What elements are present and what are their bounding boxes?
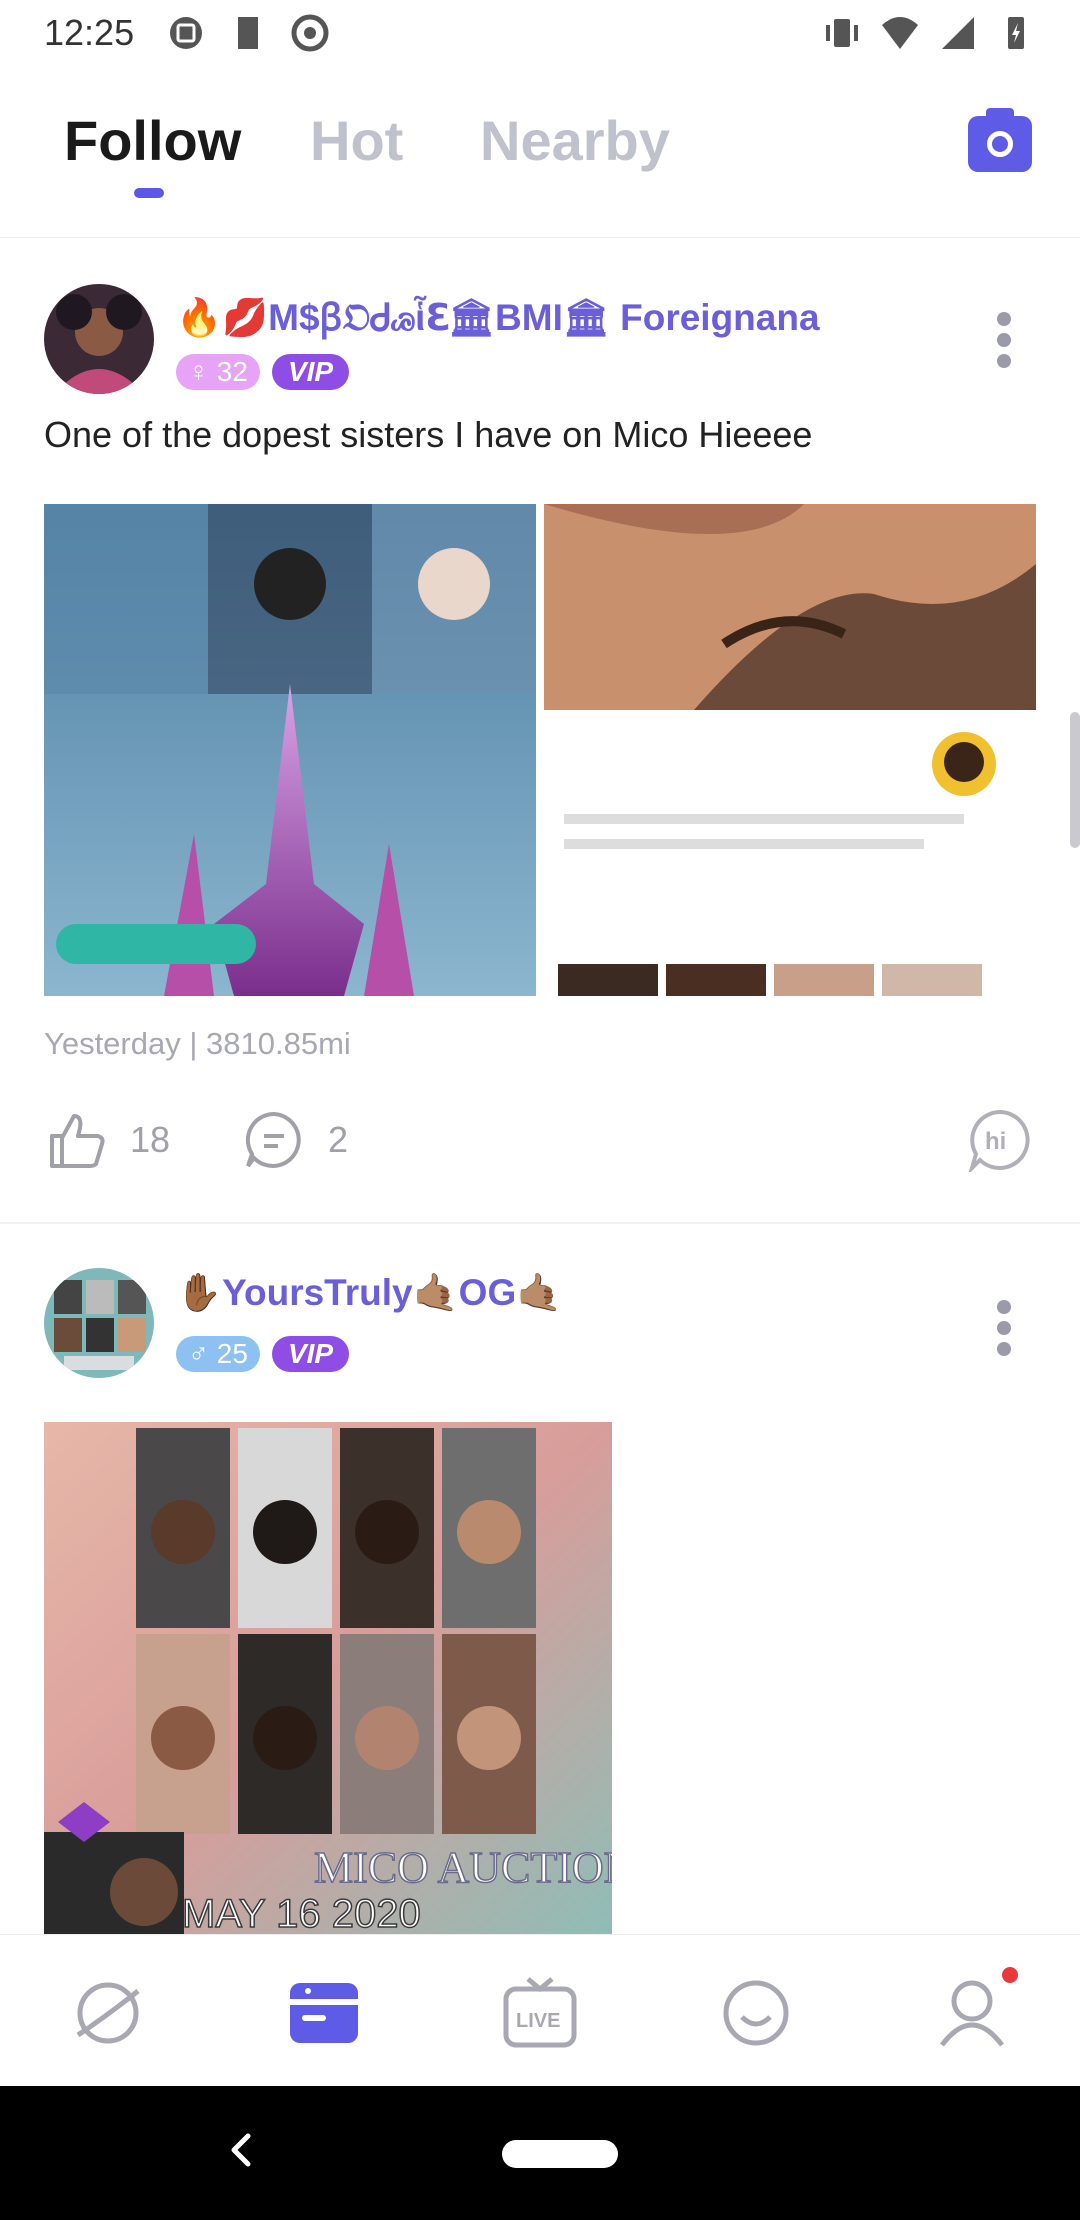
battery-icon	[1008, 17, 1024, 49]
svg-text:hi: hi	[985, 1128, 1006, 1155]
nav-chat[interactable]	[718, 1975, 794, 2051]
sd-card-icon	[238, 17, 259, 49]
username[interactable]: ✋🏾YoursTruly🤙🏽OG🤙🏽	[176, 1272, 562, 1315]
screenshot-icon	[170, 17, 203, 49]
system-navigation-bar	[0, 2086, 1080, 2220]
back-icon[interactable]	[222, 2130, 262, 2170]
auction-date: MAY 16 2020	[182, 1892, 421, 1934]
post-divider	[0, 1222, 1080, 1224]
avatar[interactable]	[44, 1268, 154, 1378]
post-meta: Yesterday | 3810.85mi	[44, 1026, 351, 1061]
post-card: ✋🏾YoursTruly🤙🏽OG🤙🏽 ♂ 25 VIP MICO AUCTION…	[0, 1226, 1080, 1934]
wifi-icon	[882, 17, 918, 49]
camera-icon	[986, 108, 1014, 118]
post-text: One of the dopest sisters I have on Mico…	[44, 414, 813, 455]
profile-icon	[940, 1980, 1004, 2047]
user-badges: ♂ 25 VIP	[176, 1336, 350, 1372]
nav-profile[interactable]	[934, 1967, 1018, 2051]
tab-follow[interactable]: Follow	[64, 108, 241, 173]
status-bar: 12:25	[0, 0, 1080, 66]
auction-title: MICO AUCTION	[314, 1843, 612, 1892]
explore-icon	[76, 1982, 140, 2044]
nav-live[interactable]: LIVE	[502, 1975, 578, 2051]
more-options-button[interactable]	[994, 312, 1014, 368]
post-card: 🔥💋M$ꞵ𝔒Ꮷꮚἷℇ🏛BMI🏛 Foreignana ♀ 32 VIP One …	[0, 240, 1080, 1224]
top-tabs: Follow Hot Nearby	[0, 66, 1080, 238]
comment-count: 2	[328, 1119, 349, 1160]
live-icon: LIVE	[503, 1977, 577, 2048]
thumbs-up-icon	[50, 1114, 105, 1168]
tab-nearby[interactable]: Nearby	[480, 108, 670, 173]
gender-age-badge: ♂ 25	[176, 1336, 260, 1372]
comment-button[interactable]: 2	[242, 1108, 348, 1172]
at-sign-icon	[291, 14, 329, 52]
status-time: 12:25	[44, 12, 135, 53]
username[interactable]: 🔥💋M$ꞵ𝔒Ꮷꮚἷℇ🏛BMI🏛 Foreignana	[176, 290, 820, 341]
like-button[interactable]: 18	[44, 1108, 170, 1172]
user-badges: ♀ 32 VIP	[176, 354, 350, 390]
chat-icon	[723, 1980, 789, 2046]
nav-explore[interactable]	[70, 1975, 146, 2051]
feed-icon	[290, 1983, 358, 2043]
vibrate-icon	[826, 19, 858, 47]
signal-icon	[942, 17, 974, 49]
say-hi-button[interactable]: hi	[968, 1108, 1032, 1172]
scrollbar[interactable]	[1070, 712, 1080, 848]
home-button[interactable]	[502, 2140, 618, 2168]
active-tab-indicator	[134, 188, 164, 198]
comment-icon	[245, 1111, 301, 1168]
post-image[interactable]	[44, 504, 536, 996]
bottom-navigation: LIVE	[0, 1934, 1080, 2086]
notification-dot	[1002, 1967, 1018, 1983]
tab-hot[interactable]: Hot	[310, 108, 403, 173]
more-options-button[interactable]	[994, 1300, 1014, 1356]
camera-button[interactable]	[968, 108, 1032, 172]
post-image[interactable]	[544, 504, 1036, 996]
nav-feed[interactable]	[286, 1975, 362, 2051]
hi-icon: hi	[968, 1109, 1030, 1172]
avatar[interactable]	[44, 284, 154, 394]
vip-badge: VIP	[271, 1336, 350, 1372]
svg-text:LIVE: LIVE	[516, 2010, 560, 2032]
post-image[interactable]: MICO AUCTION MAY 16 2020	[44, 1422, 612, 1934]
like-count: 18	[130, 1119, 171, 1160]
vip-badge: VIP	[271, 354, 350, 390]
gender-age-badge: ♀ 32	[176, 354, 260, 390]
